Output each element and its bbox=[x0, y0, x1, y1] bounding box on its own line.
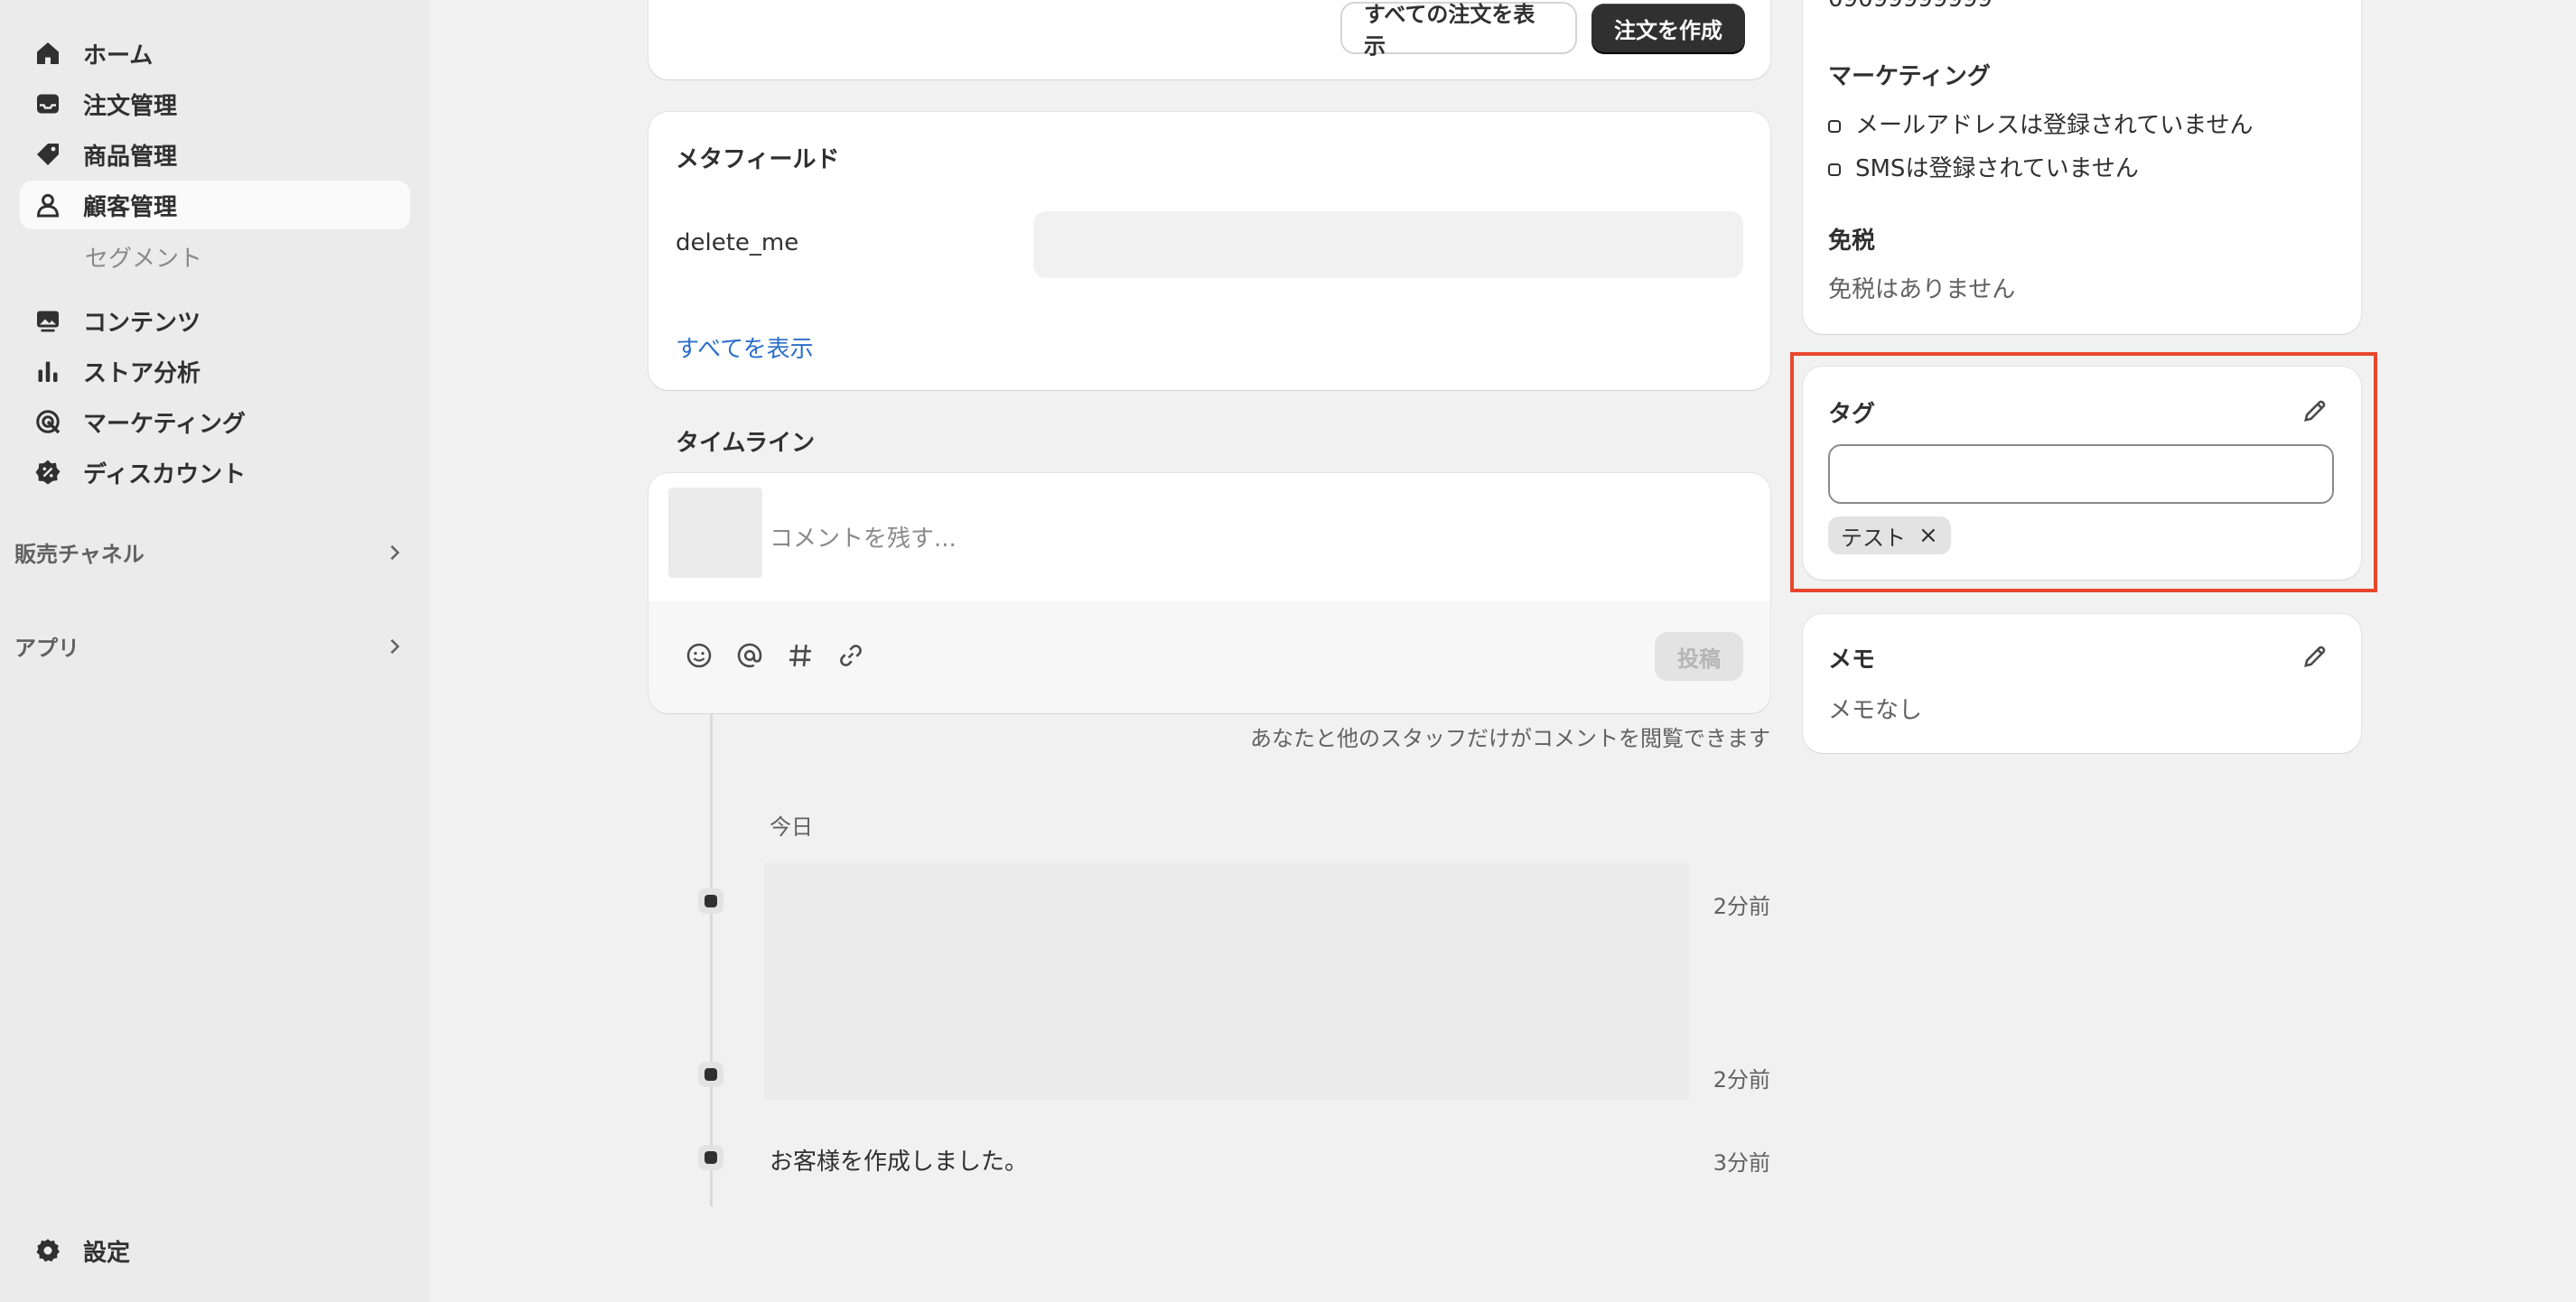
comment-composer: コメントを残す... 投稿 bbox=[649, 473, 1770, 713]
sidebar-item-label: ディスカウント bbox=[83, 460, 247, 488]
phone-number: 09099999999 bbox=[1828, 0, 1993, 13]
status-dot-icon bbox=[1828, 119, 1841, 133]
target-icon bbox=[33, 406, 63, 437]
sidebar-item-label: マーケティング bbox=[83, 410, 246, 438]
view-all-orders-button[interactable]: すべての注文を表示 bbox=[1342, 2, 1575, 59]
customer-info-card: 09099999999 マーケティング メールアドレスは登録されていません SM… bbox=[1803, 0, 2361, 334]
marketing-title: マーケティング bbox=[1828, 63, 1991, 90]
timeline-title: タイムライン bbox=[676, 430, 816, 457]
avatar bbox=[668, 488, 762, 578]
discount-icon bbox=[33, 457, 63, 488]
person-icon bbox=[33, 190, 63, 220]
create-order-button[interactable]: 注文を作成 bbox=[1591, 4, 1745, 52]
comment-input[interactable]: コメントを残す... bbox=[770, 520, 957, 553]
email-marketing-status: メールアドレスは登録されていません bbox=[1828, 107, 2253, 140]
sidebar-item-label: 設定 bbox=[83, 1239, 131, 1267]
chevron-right-icon bbox=[390, 638, 400, 654]
memo-value: メモなし bbox=[1828, 697, 1923, 724]
memo-title: メモ bbox=[1828, 646, 1876, 674]
section-label: アプリ bbox=[14, 636, 79, 661]
sidebar-section-apps[interactable]: アプリ bbox=[14, 630, 403, 662]
sidebar: ホーム 注文管理 商品管理 顧客管理 セグメント コンテンツ ストア分析 マーケ… bbox=[0, 0, 430, 1302]
sidebar-item-label: 顧客管理 bbox=[83, 193, 178, 221]
show-all-metafields-link[interactable]: すべてを表示 bbox=[676, 330, 814, 364]
timeline-dot bbox=[698, 1062, 723, 1087]
mention-icon[interactable] bbox=[735, 641, 764, 674]
timeline-line bbox=[710, 713, 713, 1206]
edit-pencil-icon[interactable] bbox=[2300, 641, 2330, 672]
sidebar-subitem-segments[interactable]: セグメント bbox=[85, 240, 202, 274]
sms-marketing-status: SMSは登録されていません bbox=[1828, 150, 2139, 183]
inbox-icon bbox=[33, 88, 63, 119]
sidebar-section-sales-channels[interactable]: 販売チャネル bbox=[14, 536, 403, 568]
tax-status: 免税はありません bbox=[1828, 276, 2016, 303]
timeline-event-redacted bbox=[764, 863, 1689, 1100]
status-dot-icon bbox=[1828, 163, 1841, 176]
sidebar-item-label: ストア分析 bbox=[83, 359, 201, 387]
comment-visibility-note: あなたと他のスタッフだけがコメントを閲覧できます bbox=[1250, 726, 1770, 751]
timeline-time: 3分前 bbox=[1713, 1150, 1770, 1176]
tax-title: 免税 bbox=[1828, 228, 1876, 255]
metafield-label: delete_me bbox=[676, 229, 799, 256]
metafields-title: メタフィールド bbox=[676, 146, 840, 173]
sidebar-item-label: コンテンツ bbox=[83, 309, 201, 337]
metafield-value-input[interactable] bbox=[1033, 211, 1743, 278]
chevron-right-icon bbox=[390, 544, 400, 560]
tag-icon bbox=[33, 139, 63, 170]
sidebar-item-discounts[interactable]: ディスカウント bbox=[20, 448, 410, 497]
timeline-dot bbox=[698, 888, 723, 914]
composer-toolbar: 投稿 bbox=[649, 601, 1770, 713]
sidebar-item-marketing[interactable]: マーケティング bbox=[20, 397, 410, 446]
home-icon bbox=[33, 38, 63, 69]
sidebar-item-label: ホーム bbox=[83, 42, 154, 70]
section-label: 販売チャネル bbox=[14, 542, 145, 567]
timeline-dot bbox=[698, 1145, 723, 1170]
timeline-time: 2分前 bbox=[1713, 1067, 1770, 1093]
sidebar-item-settings[interactable]: 設定 bbox=[20, 1226, 410, 1275]
emoji-icon[interactable] bbox=[685, 641, 714, 674]
sidebar-item-label: 注文管理 bbox=[83, 92, 178, 120]
sidebar-item-label: 商品管理 bbox=[83, 143, 178, 171]
gear-icon bbox=[33, 1235, 63, 1266]
sidebar-item-analytics[interactable]: ストア分析 bbox=[20, 347, 410, 395]
timeline-event-text: お客様を作成しました。 bbox=[770, 1149, 1029, 1176]
bar-chart-icon bbox=[33, 356, 63, 386]
timeline-date-group: 今日 bbox=[770, 814, 813, 840]
sidebar-item-orders[interactable]: 注文管理 bbox=[20, 79, 410, 128]
sidebar-item-products[interactable]: 商品管理 bbox=[20, 130, 410, 179]
orders-card: すべての注文を表示 注文を作成 bbox=[649, 0, 1770, 79]
metafields-card: メタフィールド delete_me すべてを表示 bbox=[649, 112, 1770, 390]
memo-card: メモ メモなし bbox=[1803, 614, 2361, 753]
image-icon bbox=[33, 305, 63, 336]
link-icon[interactable] bbox=[836, 641, 865, 674]
sidebar-item-content[interactable]: コンテンツ bbox=[20, 296, 410, 345]
highlight-box bbox=[1790, 352, 2377, 592]
sidebar-item-customers[interactable]: 顧客管理 bbox=[20, 181, 410, 229]
post-button[interactable]: 投稿 bbox=[1655, 632, 1743, 681]
hashtag-icon[interactable] bbox=[786, 641, 815, 674]
sidebar-item-home[interactable]: ホーム bbox=[20, 29, 410, 78]
